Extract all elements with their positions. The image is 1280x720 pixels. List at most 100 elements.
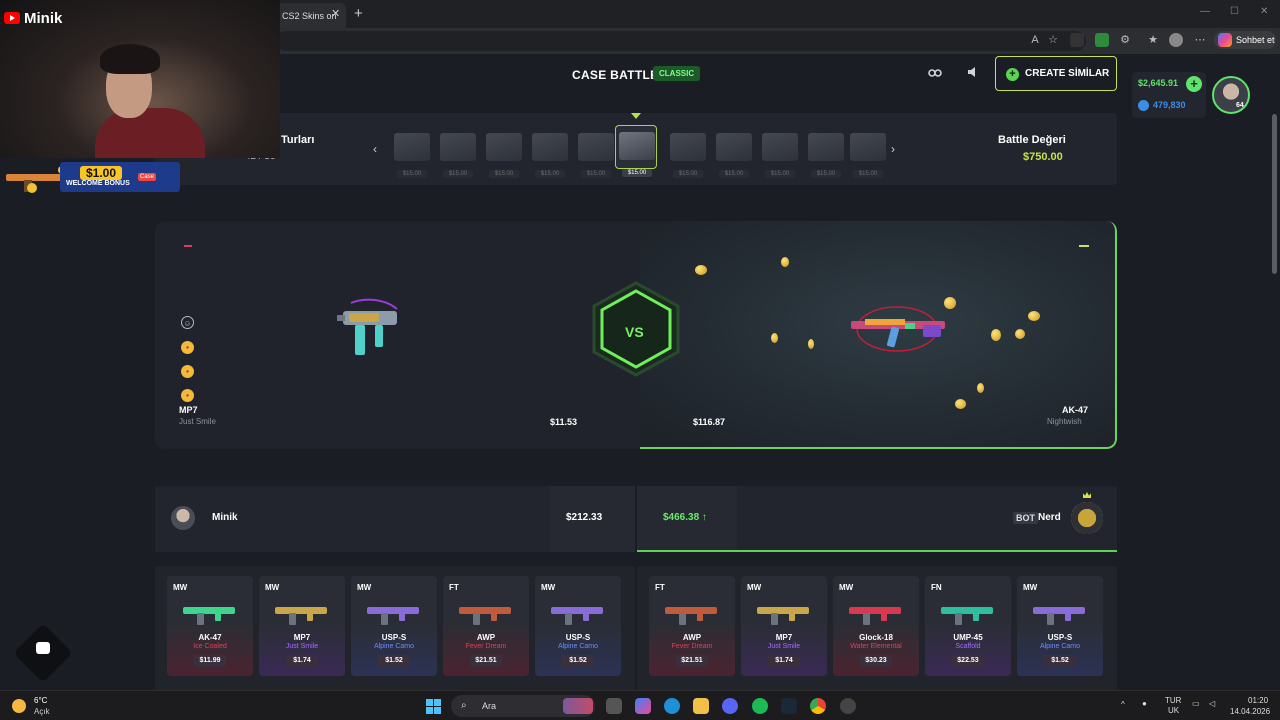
emoji-reaction-icon[interactable]: • bbox=[181, 341, 194, 354]
rounds-next-button[interactable]: › bbox=[891, 142, 895, 156]
item-card[interactable]: FN UMP-45 Scaffold $22.53 bbox=[925, 576, 1011, 676]
coin-particle bbox=[1028, 311, 1040, 321]
keyboard-layout[interactable]: UK bbox=[1168, 706, 1179, 715]
item-card[interactable]: MW USP-S Alpine Camo $1.52 bbox=[535, 576, 621, 676]
spotify-icon[interactable] bbox=[752, 698, 768, 714]
more-menu-icon[interactable]: ⋯ bbox=[1193, 33, 1207, 47]
item-card[interactable]: FT AWP Fever Dream $21.51 bbox=[443, 576, 529, 676]
case-icon bbox=[532, 133, 568, 161]
create-similar-button[interactable]: + CREATE SİMİLAR bbox=[995, 56, 1117, 91]
favorite-star-icon[interactable]: ☆ bbox=[1046, 33, 1060, 47]
round-case[interactable]: $15.00 bbox=[529, 127, 571, 179]
search-highlight-icon[interactable] bbox=[563, 698, 593, 714]
deposit-button[interactable]: + bbox=[1186, 76, 1202, 92]
scrollbar[interactable] bbox=[1270, 54, 1280, 690]
item-card[interactable]: MW MP7 Just Smile $1.74 bbox=[741, 576, 827, 676]
network-icon[interactable]: ▭ bbox=[1192, 699, 1200, 708]
sound-toggle-button[interactable] bbox=[958, 60, 988, 88]
coin-particle bbox=[695, 265, 707, 275]
language-code[interactable]: TUR bbox=[1165, 696, 1181, 705]
item-condition: MW bbox=[265, 583, 280, 592]
item-condition: MW bbox=[1023, 583, 1038, 592]
start-button[interactable] bbox=[426, 699, 441, 714]
discord-icon[interactable] bbox=[722, 698, 738, 714]
clock-time[interactable]: 01:20 bbox=[1248, 696, 1268, 705]
share-link-button[interactable] bbox=[920, 60, 950, 88]
favorites-icon[interactable]: ★ bbox=[1146, 33, 1160, 47]
item-card[interactable]: MW USP-S Alpine Camo $1.52 bbox=[1017, 576, 1103, 676]
item-card[interactable]: MW USP-S Alpine Camo $1.52 bbox=[351, 576, 437, 676]
url-field[interactable] bbox=[276, 31, 1086, 51]
user-avatar[interactable] bbox=[1212, 76, 1250, 114]
player1-panel: Minik $212.33 bbox=[155, 486, 635, 552]
weather-moon-icon[interactable] bbox=[12, 699, 26, 713]
weapon-icon bbox=[941, 607, 993, 625]
round-case[interactable]: $15.00 bbox=[847, 127, 889, 179]
left-item-value: $11.53 bbox=[550, 417, 578, 427]
coin-balance: 479,830 bbox=[1153, 100, 1186, 110]
emoji-reaction-icon[interactable]: • bbox=[181, 365, 194, 378]
round-case[interactable]: $15.00 bbox=[805, 127, 847, 179]
item-price: $1.52 bbox=[562, 655, 594, 667]
item-skin: Fever Dream bbox=[465, 643, 507, 650]
item-card[interactable]: FT AWP Fever Dream $21.51 bbox=[649, 576, 735, 676]
rifle-icon bbox=[6, 166, 66, 193]
item-skin: Alpine Camo bbox=[373, 643, 415, 650]
extensions-icon[interactable]: ⚙ bbox=[1118, 33, 1132, 47]
item-card[interactable]: MW Glock-18 Water Elemental $30.23 bbox=[833, 576, 919, 676]
round-case[interactable]: $15.00 bbox=[759, 127, 801, 179]
case-price: $15.00 bbox=[673, 170, 703, 178]
item-name: AWP bbox=[682, 633, 702, 642]
copilot-button[interactable]: Sohbet et bbox=[1214, 31, 1276, 49]
round-case[interactable]: $15.00 bbox=[575, 127, 617, 179]
copilot-app-icon[interactable] bbox=[635, 698, 651, 714]
chrome-icon[interactable] bbox=[810, 698, 826, 714]
extension-icon[interactable] bbox=[1070, 33, 1084, 47]
edge-icon[interactable] bbox=[664, 698, 680, 714]
round-case[interactable]: $15.00 bbox=[391, 127, 433, 179]
close-window-button[interactable]: ✕ bbox=[1260, 6, 1268, 17]
round-case[interactable]: $15.00 bbox=[483, 127, 525, 179]
players-row: Minik $212.33 $466.38 ↑ BOT Nerd bbox=[155, 486, 1117, 552]
round-case[interactable]: $15.00 bbox=[713, 127, 755, 179]
player2-panel: $466.38 ↑ BOT Nerd bbox=[637, 486, 1117, 552]
item-condition: MW bbox=[357, 583, 372, 592]
scrollbar-thumb[interactable] bbox=[1272, 114, 1277, 274]
read-aloud-icon[interactable]: A bbox=[1028, 33, 1042, 47]
emoji-reaction-icon[interactable]: • bbox=[181, 389, 194, 402]
item-skin: Just Smile bbox=[285, 643, 319, 650]
round-case[interactable]: $15.00 bbox=[615, 125, 657, 177]
round-case[interactable]: $15.00 bbox=[437, 127, 479, 179]
profile-icon[interactable] bbox=[1169, 33, 1183, 47]
file-explorer-icon[interactable] bbox=[693, 698, 709, 714]
right-item-skin: Nightwish bbox=[1047, 417, 1082, 426]
minimize-button[interactable]: — bbox=[1200, 6, 1210, 17]
extension-icon[interactable] bbox=[1095, 33, 1109, 47]
microphone-icon[interactable]: ● bbox=[1142, 699, 1147, 708]
clock-date[interactable]: 14.04.2026 bbox=[1230, 707, 1270, 716]
case-price: $15.00 bbox=[443, 170, 473, 178]
crown-icon bbox=[1083, 492, 1091, 498]
volume-icon[interactable]: ◁ bbox=[1209, 699, 1215, 708]
maximize-button[interactable]: ☐ bbox=[1230, 6, 1239, 17]
new-tab-button[interactable]: + bbox=[354, 5, 363, 22]
round-case[interactable]: $15.00 bbox=[667, 127, 709, 179]
app-icon[interactable] bbox=[840, 698, 856, 714]
plus-icon: + bbox=[1006, 68, 1019, 81]
item-card[interactable]: MW MP7 Just Smile $1.74 bbox=[259, 576, 345, 676]
steam-icon[interactable] bbox=[781, 698, 797, 714]
rounds-prev-button[interactable]: ‹ bbox=[373, 142, 377, 156]
tab-close-icon[interactable]: ✕ bbox=[331, 7, 340, 20]
left-item-skin: Just Smile bbox=[179, 417, 216, 426]
item-card[interactable]: MW AK-47 Ice Coaled $11.99 bbox=[167, 576, 253, 676]
weather-condition: Açık bbox=[34, 707, 50, 716]
tray-overflow-icon[interactable]: ^ bbox=[1121, 700, 1125, 709]
player2-marker bbox=[1079, 245, 1089, 247]
task-view-icon[interactable] bbox=[606, 698, 622, 714]
case-price: $15.00 bbox=[719, 170, 749, 178]
case-icon bbox=[808, 133, 844, 161]
case-price: $15.00 bbox=[535, 170, 565, 178]
item-condition: FN bbox=[931, 583, 942, 592]
emoji-picker-icon[interactable]: ☺ bbox=[181, 316, 194, 329]
item-skin: Alpine Camo bbox=[557, 643, 599, 650]
